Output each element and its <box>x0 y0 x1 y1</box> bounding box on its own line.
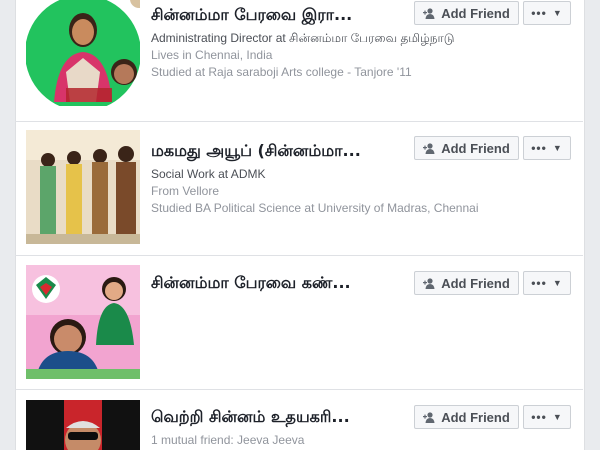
add-friend-button[interactable]: Add Friend <box>414 405 519 429</box>
more-dots-icon: ••• <box>531 6 547 20</box>
profile-picture[interactable] <box>26 130 140 244</box>
add-friend-icon <box>423 411 435 423</box>
work-info: Administrating Director at சின்னம்மா பேர… <box>151 31 455 45</box>
profile-picture[interactable] <box>26 400 140 450</box>
profile-name-link[interactable]: சின்னம்மா பேரவை இரா... <box>151 4 411 26</box>
list-item: சின்னம்மா பேரவை இரா... Administrating Di… <box>15 0 583 118</box>
add-friend-button[interactable]: Add Friend <box>414 1 519 25</box>
profile-name-link[interactable]: வெற்றி சின்னம் உதயகரி... <box>151 406 411 428</box>
location-info: From Vellore <box>151 184 220 198</box>
list-item: சின்னம்மா பேரவை கண்... Add Friend ••• ▼ <box>15 256 583 389</box>
education-info: Studied BA Political Science at Universi… <box>151 201 479 215</box>
profile-name-link[interactable]: மகமது அயூப் (சின்னம்மா... <box>151 140 411 162</box>
mutual-friends-info[interactable]: 1 mutual friend: Jeeva Jeeva <box>151 432 411 449</box>
add-friend-button[interactable]: Add Friend <box>414 136 519 160</box>
location-info: Lives in Chennai, India <box>151 48 273 62</box>
add-friend-label: Add Friend <box>441 140 510 156</box>
add-friend-icon <box>423 142 435 154</box>
more-dots-icon: ••• <box>531 276 547 290</box>
chevron-down-icon: ▼ <box>552 412 563 422</box>
education-info: Studied at Raja saraboji Arts college - … <box>151 65 412 79</box>
more-options-button[interactable]: ••• ▼ <box>523 271 571 295</box>
work-info: Social Work at ADMK <box>151 167 266 181</box>
add-friend-label: Add Friend <box>441 275 510 291</box>
chevron-down-icon: ▼ <box>552 8 563 18</box>
profile-name-link[interactable]: சின்னம்மா பேரவை கண்... <box>151 272 411 294</box>
add-friend-button[interactable]: Add Friend <box>414 271 519 295</box>
more-options-button[interactable]: ••• ▼ <box>523 1 571 25</box>
profile-picture[interactable] <box>26 0 140 106</box>
more-options-button[interactable]: ••• ▼ <box>523 136 571 160</box>
more-options-button[interactable]: ••• ▼ <box>523 405 571 429</box>
list-item: மகமது அயூப் (சின்னம்மா... Social Work at… <box>15 122 583 255</box>
add-friend-icon <box>423 7 435 19</box>
list-item: வெற்றி சின்னம் உதயகரி... 1 mutual friend… <box>15 390 583 450</box>
more-dots-icon: ••• <box>531 141 547 155</box>
profile-picture[interactable] <box>26 265 140 379</box>
more-dots-icon: ••• <box>531 410 547 424</box>
add-friend-label: Add Friend <box>441 409 510 425</box>
add-friend-label: Add Friend <box>441 5 510 21</box>
add-friend-icon <box>423 277 435 289</box>
chevron-down-icon: ▼ <box>552 278 563 288</box>
chevron-down-icon: ▼ <box>552 143 563 153</box>
